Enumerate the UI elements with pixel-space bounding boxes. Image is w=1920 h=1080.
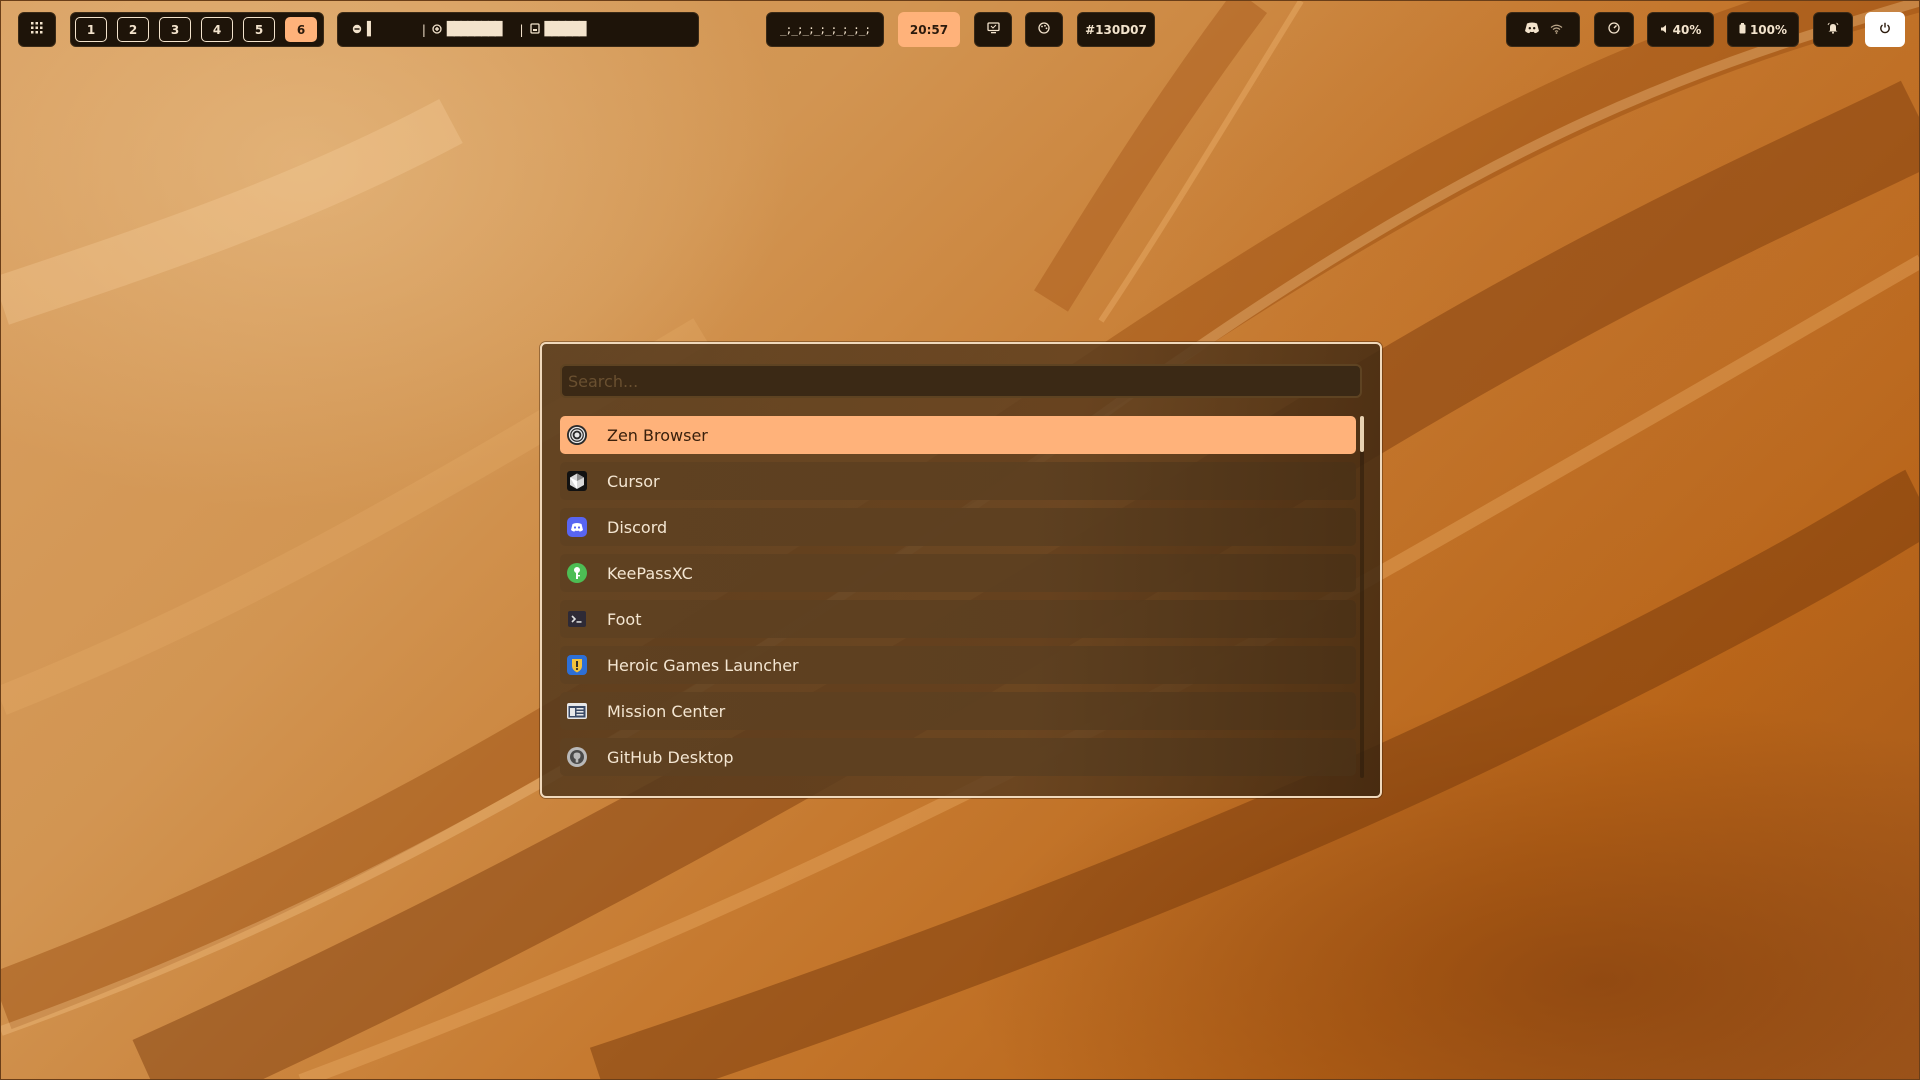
desktop: 1 2 3 4 5 6 ▌ | ████████ | ██████ _;_;_;… [0,0,1920,1080]
app-item-discord[interactable]: Discord [560,508,1356,546]
palette-icon [1038,22,1050,37]
zen-browser-icon [565,423,589,447]
workspace-1-button[interactable]: 1 [75,17,107,42]
power-icon [1879,22,1891,37]
search-input[interactable] [560,364,1362,398]
power-button[interactable] [1865,12,1905,47]
volume-control[interactable]: 40% [1647,12,1714,47]
app-item-label: Zen Browser [607,425,708,445]
app-item-cursor[interactable]: Cursor [560,462,1356,500]
cpu-icon [352,23,362,37]
screen-button[interactable] [974,12,1012,47]
heroic-icon [565,653,589,677]
disk-icon [529,22,540,37]
app-item-github-desktop[interactable]: GitHub Desktop [560,738,1356,776]
memory-icon [432,23,442,37]
system-tray [1506,12,1580,47]
clock-label: 20:57 [909,22,949,37]
scrollbar-thumb[interactable] [1360,416,1364,452]
app-item-label: Cursor [607,471,660,491]
system-stats[interactable]: ▌ | ████████ | ██████ [337,12,699,47]
workspace-switcher: 1 2 3 4 5 6 [70,12,324,47]
stat-separator: | [519,22,524,37]
workspace-4-button[interactable]: 4 [201,17,233,42]
memory-usage-bar: ████████ [446,22,503,37]
app-list: Zen Browser Cursor Discord KeePassXC Foo… [560,416,1356,784]
app-item-heroic-games-launcher[interactable]: Heroic Games Launcher [560,646,1356,684]
memory-stat: ████████ [432,22,502,37]
github-icon [565,745,589,769]
volume-label: 40% [1672,22,1702,37]
disk-stat: ██████ [529,22,587,37]
performance-button[interactable] [1594,12,1634,47]
cpu-usage-bar: ▌ [367,22,375,37]
workspace-5-button[interactable]: 5 [243,17,275,42]
workspace-6-button[interactable]: 6 [285,17,317,42]
bell-icon [1827,22,1839,37]
cursor-icon [565,469,589,493]
discord-icon[interactable] [1524,22,1540,37]
app-item-label: Foot [607,609,642,629]
app-item-label: GitHub Desktop [607,747,734,767]
battery-icon [1739,22,1746,37]
mission-center-icon [565,699,589,723]
workspace-3-button[interactable]: 3 [159,17,191,42]
visualizer-text: _;_;_;_;_;_;_;_; [780,23,871,36]
app-item-foot[interactable]: Foot [560,600,1356,638]
discord-icon [565,515,589,539]
apps-menu-button[interactable] [18,12,56,47]
app-item-label: Discord [607,517,668,537]
app-launcher: Zen Browser Cursor Discord KeePassXC [540,342,1382,798]
speedometer-icon [1608,22,1620,37]
theme-palette-button[interactable] [1025,12,1063,47]
app-item-label: Heroic Games Launcher [607,655,799,675]
battery-indicator[interactable]: 100% [1727,12,1799,47]
notifications-button[interactable] [1813,12,1853,47]
app-item-keepassxc[interactable]: KeePassXC [560,554,1356,592]
disk-usage-bar: ██████ [544,22,587,37]
clock[interactable]: 20:57 [898,12,960,47]
monitor-icon [986,22,1000,37]
app-item-mission-center[interactable]: Mission Center [560,692,1356,730]
color-hex-button[interactable]: #130D07 [1077,12,1155,47]
terminal-icon [565,607,589,631]
scrollbar[interactable] [1360,416,1364,778]
battery-label: 100% [1749,22,1788,37]
app-item-label: KeePassXC [607,563,693,583]
app-item-label: Mission Center [607,701,726,721]
color-hex-label: #130D07 [1085,22,1147,37]
cpu-stat: ▌ [352,22,375,37]
grid-icon [31,22,43,37]
wifi-icon[interactable] [1550,23,1563,37]
app-item-zen-browser[interactable]: Zen Browser [560,416,1356,454]
workspace-2-button[interactable]: 2 [117,17,149,42]
keepassxc-icon [565,561,589,585]
stat-separator: | [421,22,426,37]
speaker-icon [1660,23,1669,37]
audio-visualizer: _;_;_;_;_;_;_;_; [766,12,884,47]
